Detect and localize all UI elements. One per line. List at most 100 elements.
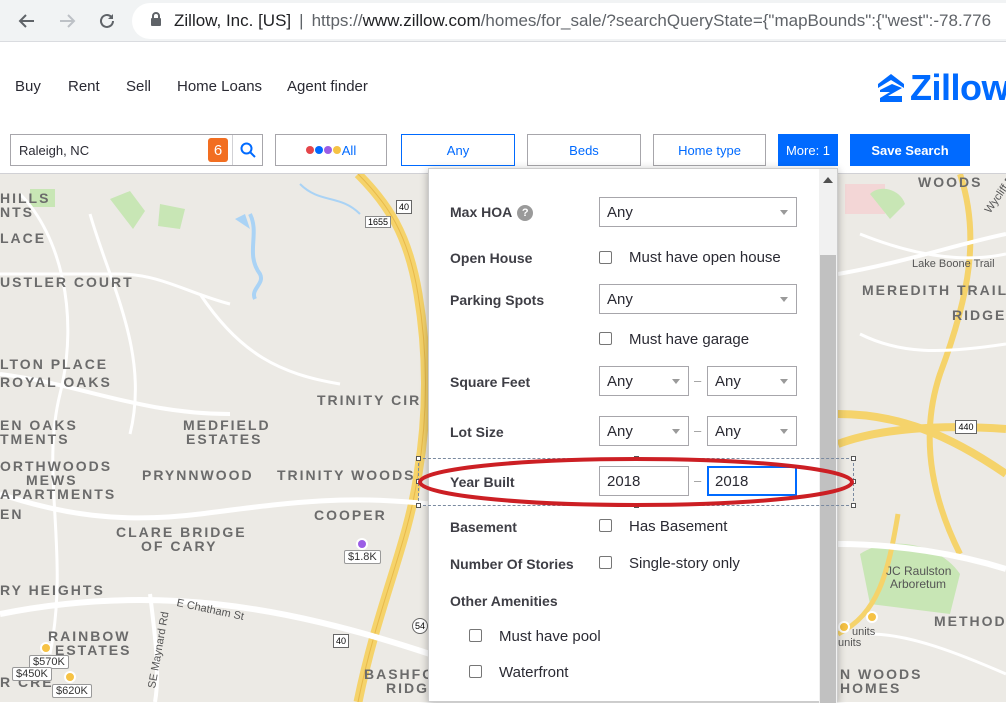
listing-pin[interactable]: [40, 642, 52, 654]
chevron-down-icon: [780, 297, 788, 302]
nav-sell[interactable]: Sell: [126, 78, 151, 95]
chevron-down-icon: [780, 429, 788, 434]
resize-handle[interactable]: [634, 503, 639, 508]
garage-checkbox-label[interactable]: Must have garage: [629, 331, 749, 348]
map-label: TMENTS: [0, 431, 70, 447]
scroll-up-icon[interactable]: [819, 173, 837, 187]
resize-handle[interactable]: [851, 479, 856, 484]
address-bar[interactable]: Zillow, Inc. [US] | https://www.zillow.c…: [132, 3, 1006, 39]
map-label: WOODS: [918, 174, 983, 190]
range-dash: –: [694, 423, 702, 438]
open-house-checkbox-label[interactable]: Must have open house: [629, 249, 781, 266]
nav-agent-finder[interactable]: Agent finder: [287, 78, 368, 95]
lot-min-select[interactable]: Any: [599, 416, 689, 446]
lot-size-label: Lot Size: [450, 424, 504, 440]
search-box[interactable]: Raleigh, NC 6: [10, 134, 263, 166]
resize-handle[interactable]: [634, 456, 639, 461]
home-type-button[interactable]: Home type: [653, 134, 766, 166]
map-label: NTS: [0, 204, 34, 220]
zillow-logo[interactable]: Zillow: [876, 67, 1006, 109]
save-search-button[interactable]: Save Search: [850, 134, 970, 166]
resize-handle[interactable]: [416, 456, 421, 461]
price-pin[interactable]: $1.8K: [344, 550, 381, 564]
search-count-badge: 6: [208, 138, 228, 162]
cluster-pin[interactable]: [866, 611, 878, 623]
site-org: Zillow, Inc. [US]: [174, 11, 292, 30]
reload-icon[interactable]: [94, 8, 120, 34]
zillow-logo-icon: [878, 74, 904, 102]
interstate-40-shield: 40: [333, 634, 349, 648]
waterfront-checkbox-label[interactable]: Waterfront: [499, 664, 568, 681]
map-poi-label: Arboretum: [890, 577, 947, 591]
parking-spots-value: Any: [607, 290, 633, 308]
cluster-pin[interactable]: [838, 621, 850, 633]
interstate-40-shield: 40: [396, 200, 412, 214]
lot-min-value: Any: [607, 422, 633, 440]
open-house-label: Open House: [450, 250, 533, 266]
map-label: TRINITY WOODS: [277, 467, 416, 483]
dot-icon: [332, 146, 341, 154]
map-label: TRINITY CIR: [317, 392, 422, 408]
basement-checkbox-label[interactable]: Has Basement: [629, 518, 727, 535]
chevron-down-icon: [780, 210, 788, 215]
price-button[interactable]: Any: [401, 134, 515, 166]
listing-pin[interactable]: [64, 671, 76, 683]
pool-checkbox-label[interactable]: Must have pool: [499, 628, 601, 645]
chevron-down-icon: [672, 429, 680, 434]
route-54-shield: 54: [412, 618, 428, 634]
price-pin[interactable]: $620K: [52, 684, 92, 698]
resize-handle[interactable]: [851, 503, 856, 508]
nav-buy[interactable]: Buy: [15, 78, 41, 95]
resize-handle[interactable]: [851, 456, 856, 461]
route-1655-shield: 1655: [365, 216, 392, 228]
sqft-min-select[interactable]: Any: [599, 366, 689, 396]
more-button[interactable]: More: 1: [778, 134, 838, 166]
address-separator: |: [299, 11, 304, 30]
pool-checkbox[interactable]: [469, 629, 482, 642]
dot-icon: [314, 146, 323, 154]
single-story-checkbox[interactable]: [599, 556, 612, 569]
map-label: COOPER: [314, 507, 387, 523]
map-label: RIDG: [386, 680, 429, 696]
forward-icon[interactable]: [54, 8, 80, 34]
map-label: METHOD: [934, 613, 1006, 629]
help-icon[interactable]: ?: [517, 205, 534, 221]
map-label: PRYNNWOOD: [142, 467, 254, 483]
listing-pin[interactable]: [356, 538, 368, 550]
map-label: LACE: [0, 230, 47, 246]
map-label: ROYAL OAKS: [0, 374, 112, 390]
resize-handle[interactable]: [416, 503, 421, 508]
lot-max-value: Any: [715, 422, 741, 440]
beds-button[interactable]: Beds: [527, 134, 641, 166]
waterfront-checkbox[interactable]: [469, 665, 482, 678]
map-cluster-label: units: [838, 637, 862, 649]
url-host: www.zillow.com: [362, 11, 481, 30]
open-house-checkbox[interactable]: [599, 251, 612, 264]
map-label: RY HEIGHTS: [0, 582, 105, 598]
garage-checkbox[interactable]: [599, 332, 612, 345]
parking-spots-select[interactable]: Any: [599, 284, 797, 314]
max-hoa-select[interactable]: Any: [599, 197, 797, 227]
back-icon[interactable]: [14, 8, 40, 34]
basement-checkbox[interactable]: [599, 519, 612, 532]
browser-toolbar: Zillow, Inc. [US] | https://www.zillow.c…: [0, 0, 1006, 42]
sqft-max-value: Any: [715, 372, 741, 390]
resize-handle[interactable]: [416, 479, 421, 484]
price-pin[interactable]: $450K: [12, 667, 52, 681]
listing-type-label: All: [341, 142, 357, 158]
search-input[interactable]: Raleigh, NC: [11, 143, 208, 158]
panel-scrollbar[interactable]: [819, 169, 837, 703]
square-feet-label: Square Feet: [450, 374, 531, 390]
map-label: RIDGE: [952, 307, 1006, 323]
nav-home-loans[interactable]: Home Loans: [177, 78, 262, 95]
nav-rent[interactable]: Rent: [68, 78, 100, 95]
single-story-checkbox-label[interactable]: Single-story only: [629, 555, 740, 572]
sqft-max-select[interactable]: Any: [707, 366, 797, 396]
search-icon[interactable]: [232, 135, 262, 165]
lot-max-select[interactable]: Any: [707, 416, 797, 446]
map-label: LTON PLACE: [0, 356, 109, 372]
listing-type-button[interactable]: All: [275, 134, 387, 166]
map-road-label: Lake Boone Trail: [912, 258, 995, 270]
map-label: USTLER COURT: [0, 274, 134, 290]
url-path: /homes/for_sale/?searchQueryState={"mapB…: [480, 11, 992, 30]
